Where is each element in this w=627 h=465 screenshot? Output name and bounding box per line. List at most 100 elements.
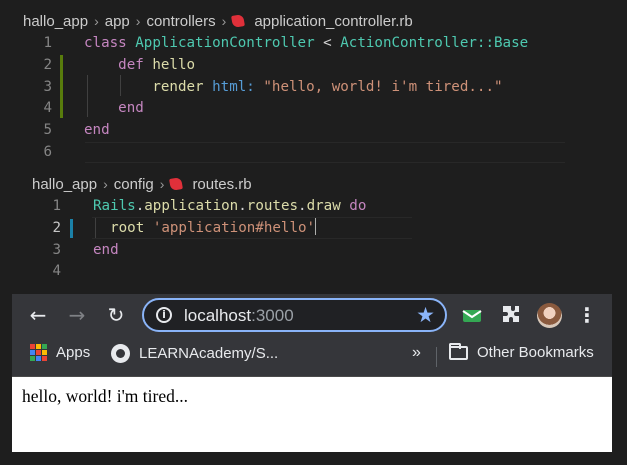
code-line[interactable]: 3 render html: "hello, world! i'm tired.… — [0, 77, 627, 98]
chevron-right-icon: › — [94, 13, 99, 29]
line-number: 3 — [43, 78, 52, 95]
breadcrumb-item[interactable]: hallo_app — [23, 13, 88, 30]
more-menu-icon[interactable]: ⋮ — [575, 303, 599, 327]
code-token: application — [144, 198, 239, 214]
chevron-right-icon: › — [221, 13, 227, 29]
code-text: Rails.application.routes.draw do — [93, 196, 366, 217]
code-token: routes — [246, 198, 299, 214]
breadcrumb-routes: hallo_app › config › routes.rb — [32, 173, 252, 195]
code-token: end — [118, 100, 144, 117]
profile-avatar[interactable] — [537, 303, 562, 328]
ruby-file-icon — [231, 14, 246, 28]
code-text: def hello — [84, 55, 195, 76]
address-bar[interactable]: i localhost:3000 ★ — [142, 298, 447, 332]
breadcrumb-item[interactable]: hallo_app — [32, 176, 97, 193]
chevron-right-icon: › — [135, 13, 141, 29]
code-line[interactable]: 6 — [0, 142, 627, 163]
code-line[interactable]: 4 — [0, 261, 627, 282]
bookmark-other[interactable]: Other Bookmarks — [449, 342, 594, 361]
bookmark-label: Other Bookmarks — [477, 344, 594, 361]
code-token: render — [152, 78, 213, 95]
code-token: . — [135, 198, 145, 214]
code-token: . — [298, 198, 307, 214]
breadcrumb-item[interactable]: config — [114, 176, 154, 193]
line-number: 5 — [43, 122, 52, 139]
page-body-text: hello, world! i'm tired... — [22, 386, 188, 406]
apps-grid-icon — [30, 344, 47, 361]
breadcrumb-file[interactable]: application_controller.rb — [254, 13, 412, 30]
code-text: class ApplicationController < ActionCont… — [84, 33, 528, 54]
line-number: 1 — [52, 198, 61, 214]
line-number: 4 — [43, 100, 52, 117]
bookmark-star-icon[interactable]: ★ — [416, 303, 435, 327]
text-cursor — [315, 217, 317, 235]
code-token: class — [84, 35, 136, 51]
code-token: ApplicationController — [135, 35, 315, 51]
back-arrow-icon[interactable]: ← — [26, 303, 50, 327]
code-text: end — [84, 120, 110, 141]
reload-icon[interactable]: ↻ — [104, 303, 128, 327]
code-token: < — [314, 35, 341, 51]
code-token: "hello, world! i'm tired..." — [263, 78, 503, 95]
line-number: 4 — [52, 263, 61, 280]
info-icon[interactable]: i — [156, 307, 172, 323]
code-token: 'application#hello' — [152, 219, 316, 236]
url-port: :3000 — [251, 306, 294, 325]
browser-window: ← → ↻ i localhost:3000 ★ ⋮ Apps LEARNAca… — [12, 294, 612, 452]
bookmark-github[interactable]: LEARNAcademy/S... — [111, 344, 278, 363]
code-line[interactable]: 5 end — [0, 120, 627, 141]
code-token: root — [110, 219, 153, 236]
browser-toolbar: ← → ↻ i localhost:3000 ★ ⋮ — [12, 294, 612, 336]
bookmarks-bar: Apps LEARNAcademy/S... » Other Bookmarks — [12, 336, 612, 377]
code-token: draw — [306, 198, 350, 214]
bookmarks-overflow-button[interactable]: » — [412, 344, 421, 362]
code-text: end — [93, 240, 119, 261]
chevron-right-icon: › — [159, 176, 165, 192]
line-number: 2 — [52, 219, 61, 236]
code-line[interactable]: 1 Rails.application.routes.draw do — [0, 196, 627, 217]
extension-mail-icon[interactable] — [460, 303, 484, 327]
overflow-chevron-icon: » — [412, 344, 421, 361]
chevron-right-icon: › — [103, 176, 108, 192]
breadcrumb-controller: hallo_app › app › controllers › applicat… — [23, 10, 413, 32]
code-token: end — [93, 241, 119, 258]
line-number: 3 — [52, 241, 61, 258]
ruby-file-icon — [169, 177, 184, 191]
line-number: 2 — [43, 56, 52, 73]
code-token: end — [84, 122, 110, 139]
folder-icon — [449, 342, 468, 360]
breadcrumb-item[interactable]: app — [105, 13, 130, 30]
forward-arrow-icon[interactable]: → — [65, 303, 89, 327]
github-icon — [111, 344, 130, 363]
breadcrumb-file[interactable]: routes.rb — [192, 176, 251, 193]
line-number: 6 — [43, 144, 52, 160]
code-text: end — [84, 98, 144, 119]
code-token: html: — [212, 78, 264, 95]
code-text: render html: "hello, world! i'm tired...… — [84, 77, 503, 98]
code-line[interactable]: 2 def hello — [0, 55, 627, 76]
bookmarks-divider — [436, 347, 437, 367]
bookmark-label: Apps — [56, 344, 91, 361]
code-line[interactable]: 1 class ApplicationController < ActionCon… — [0, 33, 627, 54]
bookmark-label: LEARNAcademy/S... — [139, 345, 279, 362]
code-line[interactable]: 3 end — [0, 240, 627, 261]
url-host: localhost — [184, 306, 252, 325]
line-number: 1 — [43, 35, 52, 51]
code-line[interactable]: 4 end — [0, 98, 627, 119]
code-token: hello — [152, 56, 196, 73]
bookmark-apps[interactable]: Apps — [30, 344, 90, 361]
code-token: . — [238, 198, 247, 214]
code-token: Rails — [93, 198, 136, 214]
code-text: root 'application#hello' — [93, 217, 317, 239]
url-text[interactable]: localhost:3000 — [184, 306, 294, 326]
breadcrumb-item[interactable]: controllers — [146, 13, 215, 30]
code-token: ActionController::Base — [340, 35, 529, 51]
code-token: def — [118, 56, 153, 73]
extensions-puzzle-icon[interactable] — [498, 303, 522, 327]
code-token: do — [349, 198, 367, 214]
code-line[interactable]: 2 root 'application#hello' — [0, 217, 627, 239]
